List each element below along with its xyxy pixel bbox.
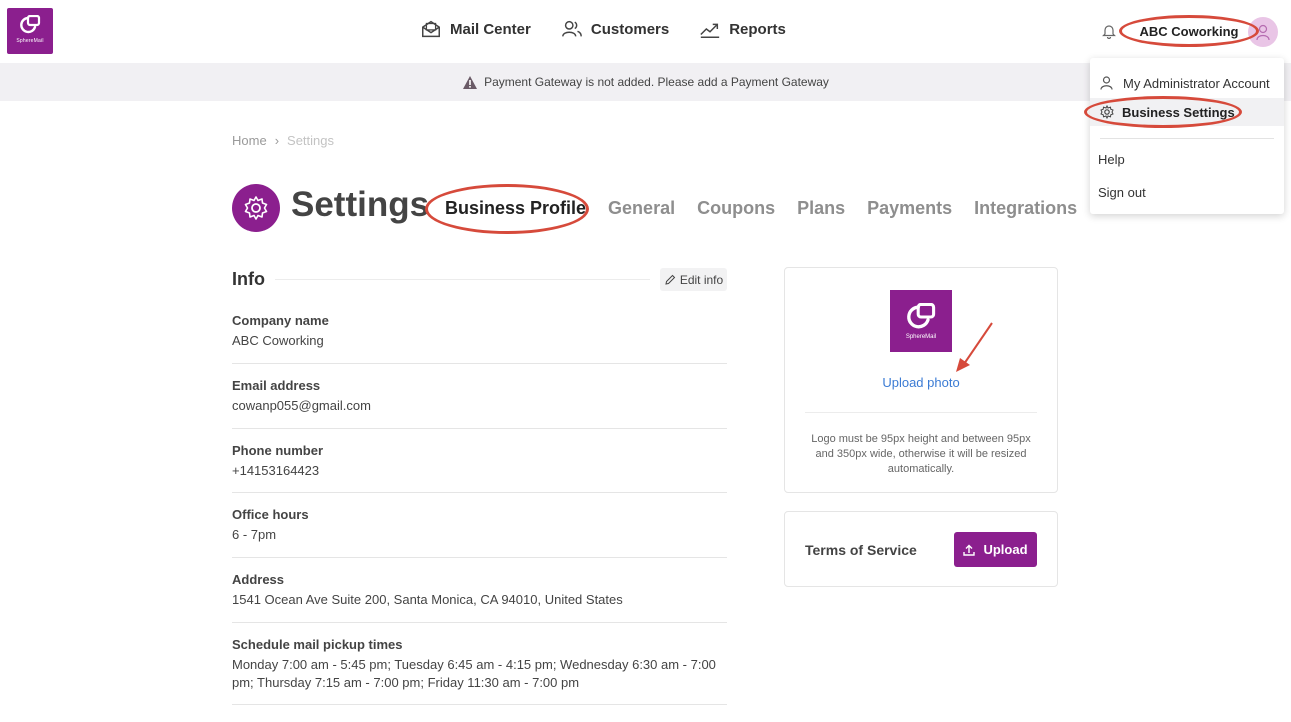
spheremail-logo-mark-icon bbox=[20, 15, 41, 34]
tab-payments[interactable]: Payments bbox=[867, 198, 952, 219]
nav-mail-center-label: Mail Center bbox=[450, 20, 531, 38]
field-email-address: Email address cowanp055@gmail.com bbox=[232, 378, 727, 429]
menu-item-help[interactable]: Help bbox=[1090, 150, 1284, 168]
top-navigation-bar: SphereMail Mail Center Customers Reports… bbox=[0, 0, 1291, 63]
notification-bell-icon[interactable] bbox=[1101, 23, 1117, 39]
info-heading: Info bbox=[232, 269, 265, 289]
nav-reports-label: Reports bbox=[729, 20, 786, 38]
tab-coupons[interactable]: Coupons bbox=[697, 198, 775, 219]
info-heading-divider bbox=[275, 279, 650, 280]
user-icon bbox=[1100, 76, 1113, 90]
main-nav: Mail Center Customers Reports bbox=[420, 18, 786, 40]
spheremail-logo[interactable]: SphereMail bbox=[7, 8, 53, 54]
settings-gear-icon bbox=[244, 196, 268, 220]
account-menu-button[interactable]: ABC Coworking bbox=[1119, 15, 1259, 47]
breadcrumb-home[interactable]: Home bbox=[232, 133, 267, 148]
field-label: Email address bbox=[232, 378, 321, 393]
nav-customers-label: Customers bbox=[590, 20, 670, 38]
menu-item-sign-out-label: Sign out bbox=[1098, 184, 1146, 200]
menu-divider bbox=[1100, 138, 1274, 139]
logo-upload-card: SphereMail Upload photo Logo must be 95p… bbox=[784, 267, 1058, 493]
field-value: 6 - 7pm bbox=[232, 527, 277, 542]
tab-integrations[interactable]: Integrations bbox=[974, 198, 1077, 219]
field-value: +14153164423 bbox=[232, 463, 320, 478]
logo-caption: SphereMail bbox=[16, 38, 44, 44]
card-divider bbox=[805, 412, 1037, 413]
field-company-name: Company name ABC Coworking bbox=[232, 313, 727, 364]
breadcrumb: Home › Settings bbox=[232, 133, 334, 148]
upload-icon bbox=[963, 544, 976, 556]
annotation-circle-business-settings bbox=[1084, 96, 1242, 128]
menu-item-sign-out[interactable]: Sign out bbox=[1090, 183, 1284, 201]
field-value: 1541 Ocean Ave Suite 200, Santa Monica, … bbox=[232, 592, 623, 607]
field-value: ABC Coworking bbox=[232, 333, 324, 348]
pencil-icon bbox=[665, 274, 676, 285]
tab-plans[interactable]: Plans bbox=[797, 198, 845, 219]
business-logo-image: SphereMail bbox=[890, 290, 952, 352]
account-dropdown-menu: My Administrator Account Business Settin… bbox=[1084, 58, 1284, 214]
field-schedule-mail-pickup: Schedule mail pickup times Monday 7:00 a… bbox=[232, 637, 727, 705]
menu-item-admin-account-label: My Administrator Account bbox=[1123, 75, 1270, 91]
spheremail-logo-mark-icon bbox=[907, 302, 936, 328]
field-office-hours: Office hours 6 - 7pm bbox=[232, 507, 727, 558]
logo-requirements-note: Logo must be 95px height and between 95p… bbox=[811, 433, 1031, 475]
warning-icon bbox=[463, 75, 478, 89]
menu-item-help-label: Help bbox=[1098, 151, 1125, 167]
nav-customers[interactable]: Customers bbox=[561, 18, 669, 40]
field-value: Monday 7:00 am - 5:45 pm; Tuesday 6:45 a… bbox=[232, 657, 716, 690]
upload-terms-button[interactable]: Upload bbox=[954, 532, 1037, 567]
field-value: cowanp055@gmail.com bbox=[232, 398, 371, 413]
field-label: Schedule mail pickup times bbox=[232, 637, 403, 652]
banner-text[interactable]: Payment Gateway is not added. Please add… bbox=[484, 75, 829, 89]
terms-of-service-label: Terms of Service bbox=[805, 542, 917, 558]
annotation-circle-business-profile bbox=[425, 184, 589, 234]
upload-terms-label: Upload bbox=[983, 542, 1028, 557]
field-label: Phone number bbox=[232, 443, 324, 458]
field-phone-number: Phone number +14153164423 bbox=[232, 443, 727, 493]
mail-center-icon bbox=[422, 20, 440, 38]
tab-general[interactable]: General bbox=[608, 198, 675, 219]
field-label: Address bbox=[232, 572, 285, 587]
nav-reports[interactable]: Reports bbox=[699, 18, 786, 40]
upload-photo-link[interactable]: Upload photo bbox=[785, 375, 1057, 390]
logo-caption: SphereMail bbox=[905, 333, 937, 340]
customers-icon bbox=[561, 20, 582, 37]
nav-mail-center[interactable]: Mail Center bbox=[420, 18, 531, 40]
annotation-arrow-icon bbox=[956, 322, 993, 372]
field-label: Company name bbox=[232, 313, 329, 328]
breadcrumb-current: Settings bbox=[287, 133, 335, 148]
account-name: ABC Coworking bbox=[1139, 23, 1239, 39]
page-title: Settings bbox=[291, 185, 430, 224]
reports-icon bbox=[700, 23, 720, 38]
menu-item-admin-account[interactable]: My Administrator Account bbox=[1090, 72, 1284, 94]
terms-of-service-card: Terms of Service Upload bbox=[784, 511, 1058, 587]
edit-info-button[interactable]: Edit info bbox=[660, 268, 727, 291]
field-address: Address 1541 Ocean Ave Suite 200, Santa … bbox=[232, 572, 727, 623]
field-label: Office hours bbox=[232, 507, 309, 522]
edit-info-label: Edit info bbox=[679, 272, 724, 287]
breadcrumb-separator: › bbox=[274, 133, 280, 148]
settings-icon-badge bbox=[232, 184, 280, 232]
